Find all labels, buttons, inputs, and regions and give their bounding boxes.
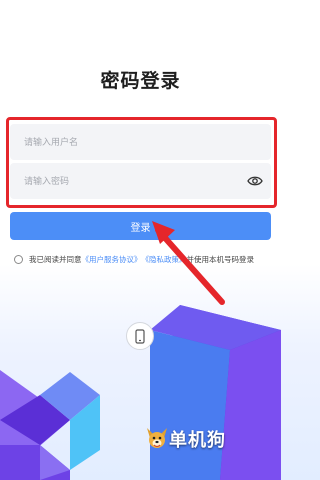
phone-icon <box>135 328 145 344</box>
watermark-text: 单机狗 <box>169 430 226 451</box>
dog-logo-icon <box>147 428 167 448</box>
phone-login-button[interactable] <box>126 322 154 350</box>
watermark: 单机狗 <box>145 426 226 452</box>
annotation-arrow <box>152 221 225 305</box>
